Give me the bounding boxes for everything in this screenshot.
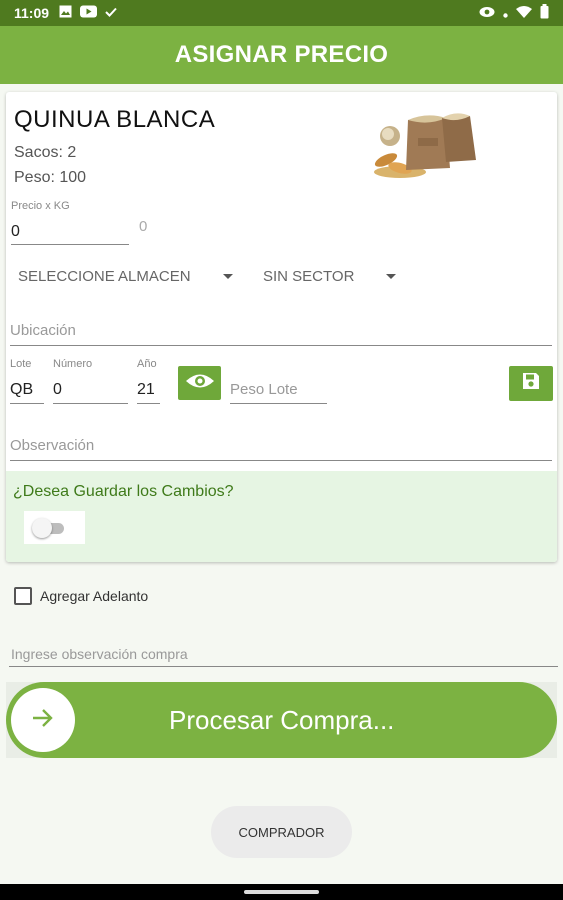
arrow-right-icon xyxy=(31,708,55,733)
process-button[interactable]: Procesar Compra... xyxy=(6,682,557,758)
ubicacion-underline xyxy=(10,345,552,346)
dot-icon xyxy=(503,5,508,21)
page-title: ASIGNAR PRECIO xyxy=(174,41,389,68)
peso-lote-input[interactable]: Peso Lote xyxy=(230,381,298,398)
precio-underline xyxy=(11,244,129,245)
lote-label: Lote xyxy=(10,358,32,370)
ubicacion-input[interactable]: Ubicación xyxy=(10,322,76,339)
save-icon xyxy=(521,371,541,396)
numero-label: Número xyxy=(53,358,93,370)
check-icon xyxy=(105,5,117,21)
image-icon xyxy=(59,5,72,21)
chevron-down-icon xyxy=(222,274,233,279)
peso-value: Peso: 100 xyxy=(14,169,87,186)
numero-input[interactable]: 0 xyxy=(53,381,62,399)
process-bar: Procesar Compra... xyxy=(6,682,557,758)
save-changes-panel: ¿Desea Guardar los Cambios? xyxy=(6,471,557,562)
almacen-dropdown[interactable]: SELECCIONE ALMACEN xyxy=(18,268,233,285)
observacion-underline xyxy=(10,460,552,461)
product-image xyxy=(358,98,488,184)
anio-underline xyxy=(137,403,160,404)
app-bar: ASIGNAR PRECIO xyxy=(0,26,563,84)
save-button[interactable] xyxy=(509,366,553,401)
process-label: Procesar Compra... xyxy=(169,705,395,735)
sector-dropdown[interactable]: SIN SECTOR xyxy=(263,268,397,285)
status-bar: 11:09 xyxy=(0,0,563,26)
sacos-count: Sacos: 2 xyxy=(14,144,77,161)
youtube-icon xyxy=(80,5,98,21)
save-toggle[interactable] xyxy=(24,511,85,544)
toggle-thumb xyxy=(32,518,52,538)
sector-label: SIN SECTOR xyxy=(263,268,355,285)
comprador-label: COMPRADOR xyxy=(238,824,325,840)
precio-input[interactable]: 0 xyxy=(11,223,20,241)
chevron-down-icon xyxy=(386,274,397,279)
precio-label: Precio x KG xyxy=(11,200,70,212)
view-button[interactable] xyxy=(178,366,221,400)
home-handle[interactable] xyxy=(244,890,319,894)
battery-icon xyxy=(540,4,549,22)
product-name: QUINUA BLANCA xyxy=(14,106,216,133)
eye-icon xyxy=(479,5,495,21)
comprador-button[interactable]: COMPRADOR xyxy=(211,806,352,858)
observacion-compra-underline xyxy=(9,666,558,667)
status-time: 11:09 xyxy=(14,5,50,21)
lote-input[interactable]: QB xyxy=(10,381,33,399)
navigation-bar xyxy=(0,884,563,900)
save-question: ¿Desea Guardar los Cambios? xyxy=(13,483,234,500)
numero-underline xyxy=(53,403,128,404)
peso-lote-underline xyxy=(230,403,327,404)
product-card: QUINUA BLANCA Sacos: 2 Peso: 100 Precio … xyxy=(6,92,557,562)
anio-input[interactable]: 21 xyxy=(137,381,155,399)
lote-underline xyxy=(10,403,44,404)
adelanto-label: Agregar Adelanto xyxy=(40,588,149,604)
almacen-label: SELECCIONE ALMACEN xyxy=(18,268,191,285)
anio-label: Año xyxy=(137,358,157,370)
precio-total: 0 xyxy=(139,218,148,235)
wifi-icon xyxy=(516,5,532,21)
observacion-input[interactable]: Observación xyxy=(10,437,94,454)
adelanto-checkbox[interactable] xyxy=(14,587,32,605)
eye-icon xyxy=(185,371,215,396)
process-arrow-circle xyxy=(11,688,75,752)
observacion-compra-input[interactable]: Ingrese observación compra xyxy=(11,646,188,662)
